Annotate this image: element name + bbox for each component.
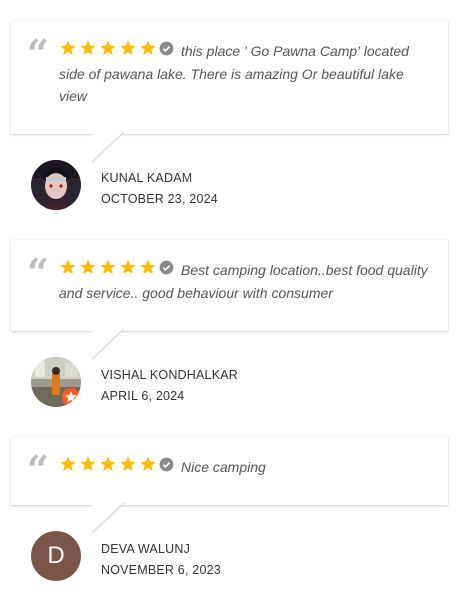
avatar: D [31, 531, 81, 581]
card-tail [91, 329, 125, 360]
avatar-initial: D [31, 531, 81, 581]
review-date: OCTOBER 23, 2024 [101, 192, 218, 206]
card-tail [91, 503, 125, 534]
avatar [31, 160, 81, 210]
review-date: APRIL 6, 2024 [101, 389, 185, 403]
avatar [31, 357, 81, 407]
reviewer-name: VISHAL KONDHALKAR [101, 368, 239, 382]
review-text: Nice camping [181, 459, 266, 475]
review-text: Best camping location..best food quality… [59, 262, 428, 301]
review-date: NOVEMBER 6, 2023 [101, 563, 221, 577]
quote-icon: “ [27, 447, 49, 492]
quote-icon: “ [27, 250, 49, 295]
review-card: “ Nice camping [11, 437, 448, 505]
quote-icon: “ [27, 31, 49, 76]
reviewer-name: DEVA WALUNJ [101, 542, 191, 556]
card-tail [91, 132, 125, 163]
review-card: “ Best camping location..best food quali… [11, 240, 448, 331]
review-card: “ this place ' Go Pawna Camp' located si… [11, 21, 448, 134]
review-text: this place ' Go Pawna Camp' located side… [59, 43, 409, 104]
reviewer-name: KUNAL KADAM [101, 171, 193, 185]
